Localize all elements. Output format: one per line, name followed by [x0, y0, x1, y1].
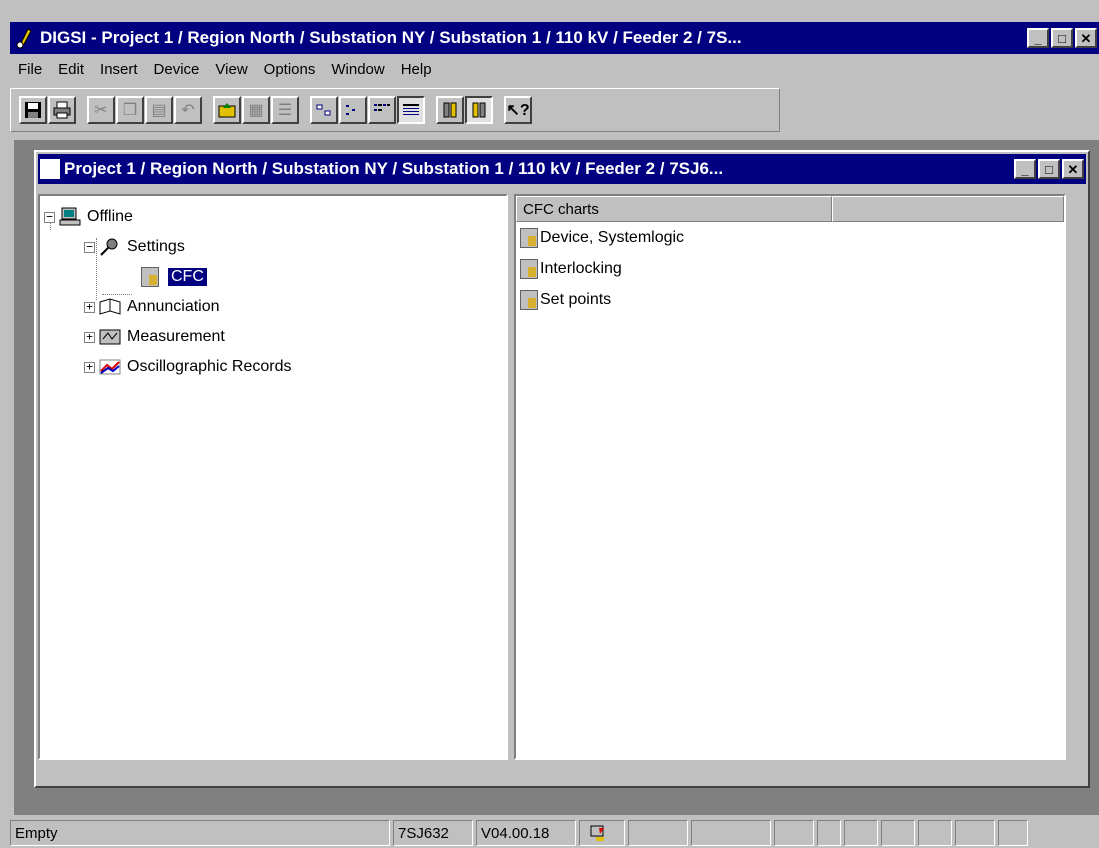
menu-view[interactable]: View — [207, 61, 255, 78]
status-version: V04.00.18 — [476, 820, 576, 846]
cfc-chart-icon — [520, 258, 538, 279]
small-icons-button[interactable] — [339, 96, 367, 124]
expand-icon[interactable]: + — [84, 361, 95, 373]
window-title: DIGSI - Project 1 / Region North / Subst… — [40, 28, 742, 47]
child-window-title: Project 1 / Region North / Substation NY… — [64, 159, 724, 178]
tree-view: − Offline − Settings CFC + Annunciation … — [38, 194, 508, 760]
print-icon[interactable] — [48, 96, 76, 124]
expand-icon[interactable]: + — [84, 301, 95, 313]
menu-bar: File Edit Insert Device View Options Win… — [10, 55, 1099, 83]
cfc-chart-icon — [140, 267, 162, 287]
child-title-bar[interactable]: Project 1 / Region North / Substation NY… — [38, 154, 1086, 184]
tree-label-settings: Settings — [127, 238, 185, 255]
large-icons-button[interactable] — [310, 96, 338, 124]
settings-icon — [99, 237, 121, 257]
column-header-empty[interactable] — [832, 196, 1064, 222]
tree-label-offline: Offline — [87, 208, 133, 225]
save-icon[interactable] — [19, 96, 47, 124]
properties-icon[interactable]: ▦ — [242, 96, 270, 124]
toolbar: ✂ ❐ ▤ ↶ ▦ ☰ ↖? — [10, 88, 780, 132]
status-device: 7SJ632 — [393, 820, 473, 846]
expand-icon[interactable]: + — [84, 331, 95, 343]
column-header-cfc-charts[interactable]: CFC charts — [516, 196, 832, 222]
copy-icon[interactable]: ❐ — [116, 96, 144, 124]
computer-icon — [59, 207, 81, 227]
status-cell — [774, 820, 814, 846]
device-online-icon[interactable] — [436, 96, 464, 124]
status-text: Empty — [10, 820, 390, 846]
measurement-icon — [99, 327, 121, 347]
list-item-label: Set points — [540, 290, 612, 308]
child-minimize-button[interactable]: _ — [1014, 159, 1036, 179]
resize-grip[interactable] — [998, 820, 1028, 846]
menu-help[interactable]: Help — [393, 61, 440, 78]
status-cell — [691, 820, 771, 846]
status-cell — [844, 820, 878, 846]
list-item[interactable]: Interlocking — [516, 253, 1064, 284]
details-view-button[interactable] — [397, 96, 425, 124]
undo-icon[interactable]: ↶ — [174, 96, 202, 124]
status-bar: Empty 7SJ632 V04.00.18 — [10, 818, 1099, 848]
tree-label-oscillographic: Oscillographic Records — [127, 358, 292, 375]
tree-item-cfc[interactable]: CFC — [44, 262, 506, 292]
tree-label-measurement: Measurement — [127, 328, 225, 345]
cfc-chart-icon — [520, 289, 538, 310]
list-view: CFC charts Device, Systemlogic Interlock… — [514, 194, 1066, 760]
mdi-client-area: Project 1 / Region North / Substation NY… — [14, 140, 1099, 815]
maximize-button[interactable]: □ — [1051, 28, 1073, 48]
digsi-application: DIGSI - Project 1 / Region North / Subst… — [0, 0, 1099, 848]
tree-item-measurement[interactable]: + Measurement — [44, 322, 506, 352]
status-cell — [817, 820, 841, 846]
oscillograph-icon — [99, 357, 121, 377]
paste-icon[interactable]: ▤ — [145, 96, 173, 124]
child-maximize-button[interactable]: □ — [1038, 159, 1060, 179]
device-offline-icon[interactable] — [465, 96, 493, 124]
minimize-button[interactable]: _ — [1027, 28, 1049, 48]
menu-edit[interactable]: Edit — [50, 61, 92, 78]
list-item-label: Device, Systemlogic — [540, 228, 685, 246]
menu-options[interactable]: Options — [256, 61, 324, 78]
list-item-label: Interlocking — [540, 259, 622, 277]
tree-label-annunciation: Annunciation — [127, 298, 220, 315]
list-view-button[interactable] — [368, 96, 396, 124]
menu-file[interactable]: File — [10, 61, 50, 78]
status-cell — [881, 820, 915, 846]
child-close-button[interactable]: ✕ — [1062, 159, 1084, 179]
tree-item-settings[interactable]: − Settings — [44, 232, 506, 262]
connection-status-icon — [579, 820, 625, 846]
list-item[interactable]: Device, Systemlogic — [516, 222, 1064, 253]
digsi-logo-icon — [16, 27, 34, 49]
tree-label-cfc: CFC — [168, 268, 207, 286]
collapse-icon[interactable]: − — [84, 241, 95, 253]
project-child-window: Project 1 / Region North / Substation NY… — [34, 150, 1090, 788]
menu-window[interactable]: Window — [323, 61, 392, 78]
tree-item-annunciation[interactable]: + Annunciation — [44, 292, 506, 322]
status-cell — [955, 820, 995, 846]
cut-icon[interactable]: ✂ — [87, 96, 115, 124]
main-title-bar[interactable]: DIGSI - Project 1 / Region North / Subst… — [10, 22, 1099, 54]
tree-item-oscillographic[interactable]: + Oscillographic Records — [44, 352, 506, 382]
collapse-icon[interactable]: − — [44, 211, 55, 223]
annunciation-icon — [99, 297, 121, 317]
project-icon — [40, 159, 60, 179]
status-cell — [628, 820, 688, 846]
tree-item-offline[interactable]: − Offline — [44, 202, 506, 232]
menu-device[interactable]: Device — [146, 61, 208, 78]
menu-insert[interactable]: Insert — [92, 61, 146, 78]
context-help-icon[interactable]: ↖? — [504, 96, 532, 124]
align-icon[interactable]: ☰ — [271, 96, 299, 124]
cfc-chart-icon — [520, 227, 538, 248]
up-folder-icon[interactable] — [213, 96, 241, 124]
list-item[interactable]: Set points — [516, 284, 1064, 315]
close-button[interactable]: ✕ — [1075, 28, 1097, 48]
status-cell — [918, 820, 952, 846]
